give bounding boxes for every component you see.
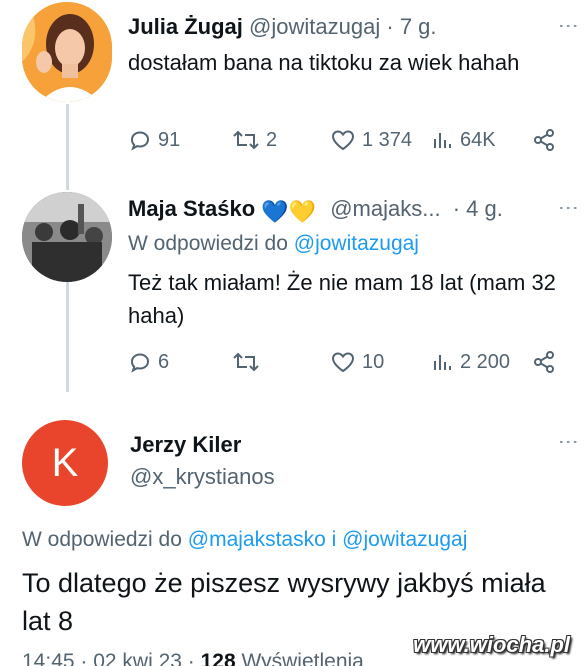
views-count: 64K [460,128,496,151]
views-count: 2 200 [460,350,511,373]
tweet-actions: 91 2 1 374 64K [0,128,584,158]
avatar[interactable]: K [22,420,108,506]
user-handle[interactable]: @x_krystianos [130,464,275,489]
timestamp[interactable]: 4 g. [466,196,503,221]
reply-button[interactable]: 91 [128,128,180,152]
like-count: 10 [362,350,385,373]
mention-link[interactable]: @majakstasko [188,528,326,551]
mention-link[interactable]: @jowitazugaj [294,232,419,255]
tweet-meta: 14:45 · 02 kwi 23 · 128 Wyświetlenia [22,650,364,666]
retweet-button[interactable] [232,350,266,374]
user-handle[interactable]: @majaks... [330,196,440,221]
reply-icon [130,353,150,373]
separator: · [452,196,461,221]
reply-conjunction: i [331,528,337,551]
tweet-text: To dlatego że piszesz wysrywy jakbyś mia… [22,568,546,636]
tweet-header: Julia Żugaj @jowitazugaj · 7 g. [128,14,437,40]
views-button[interactable]: 2 200 [432,350,510,374]
reply-context: W odpowiedzi do @jowitazugaj [128,232,419,256]
like-button[interactable]: 1 374 [330,128,412,152]
avatar-letter: K [51,440,79,485]
tweet-header: Maja Staśko 💙💛 @majaks... · 4 g. [128,196,503,225]
like-count: 1 374 [362,128,413,151]
tweet-text: dostałam bana na tiktoku za wiek hahah [128,50,520,75]
retweet-count: 2 [266,128,278,151]
views-button[interactable]: 64K [432,128,496,152]
retweet-button[interactable]: 2 [232,128,277,152]
display-name[interactable]: Julia Żugaj [128,14,243,39]
like-button[interactable]: 10 [330,350,384,374]
reply-prefix: W odpowiedzi do [128,232,288,255]
views-label: Wyświetlenia [241,650,364,666]
tweet-header: Jerzy Kiler [130,432,241,458]
heart-icon [331,130,355,151]
user-handle[interactable]: @jowitazugaj [249,14,380,39]
views-icon [434,133,451,148]
share-icon [534,351,554,373]
mention-link[interactable]: @jowitazugaj [342,528,467,551]
share-button[interactable] [532,128,556,152]
views-icon [434,355,451,370]
post-time[interactable]: 14:45 · 02 kwi 23 · [22,650,195,666]
reply-prefix: W odpowiedzi do [22,528,182,551]
more-options-icon[interactable]: ⋮ [556,16,580,37]
more-options-icon[interactable]: ⋮ [556,198,580,219]
reply-icon [130,131,150,151]
reply-context: W odpowiedzi do @majakstasko i @jowitazu… [22,528,467,552]
heart-icon [331,352,355,373]
share-button[interactable] [532,350,556,374]
reply-count: 6 [158,350,170,373]
reply-count: 91 [158,128,181,151]
heart-emoji-icons: 💙💛 [261,199,317,224]
tweet-text: Też tak miałam! Że nie mam 18 lat (mam 3… [128,270,556,328]
views-total: 128 [200,650,236,666]
watermark-logo: www.wiocha.pl [413,632,570,657]
tweet-actions: 6 10 2 200 [0,350,584,380]
tweet-handle-row: @x_krystianos [130,464,275,490]
reply-button[interactable]: 6 [128,350,169,374]
avatar[interactable] [22,192,112,282]
timestamp[interactable]: 7 g. [400,14,437,39]
display-name[interactable]: Jerzy Kiler [130,432,241,457]
retweet-icon [233,352,259,372]
share-icon [534,129,554,151]
retweet-icon [233,130,259,150]
display-name[interactable]: Maja Staśko [128,196,255,221]
more-options-icon[interactable]: ⋮ [556,432,580,453]
separator: · [386,14,394,39]
avatar[interactable] [22,2,112,102]
